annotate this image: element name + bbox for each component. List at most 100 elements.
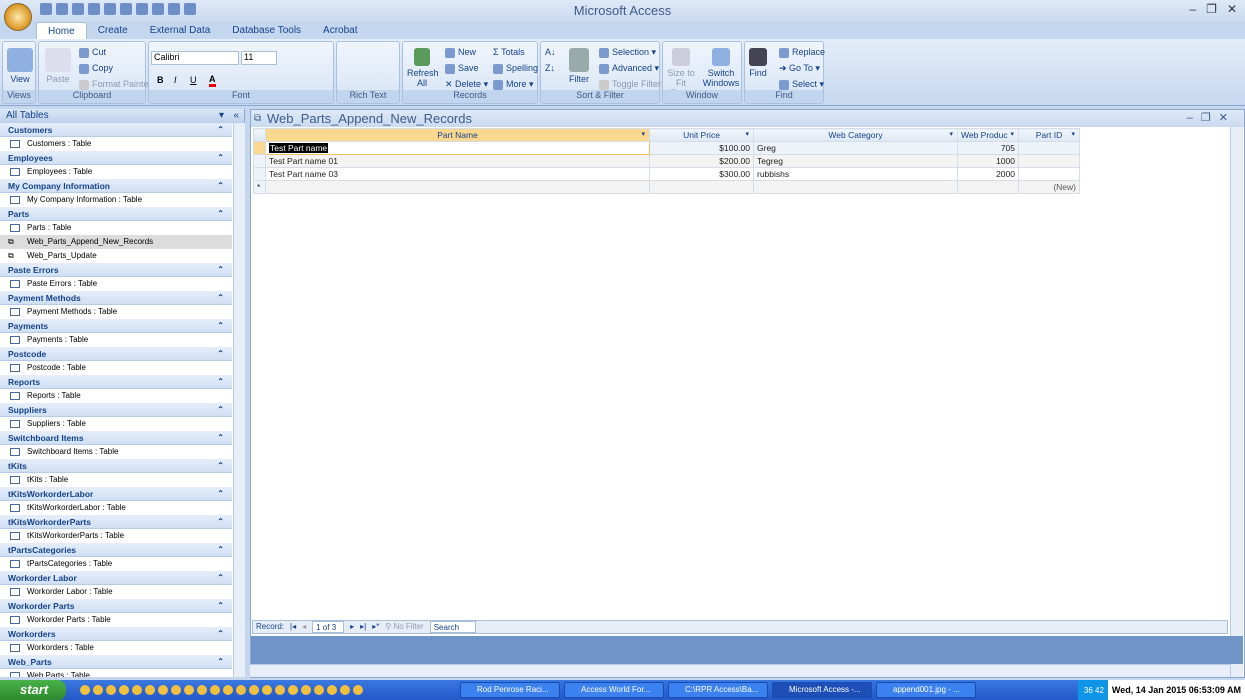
dropdown-arrow-icon[interactable]: ▾ [745,130,749,138]
nav-item[interactable]: Workorder Parts : Table [0,613,232,627]
cell-part-id[interactable] [1018,154,1080,168]
cell-unit-price[interactable]: $200.00 [649,154,754,168]
taskbar-button[interactable]: C:\RPR Access\Ba... [668,682,768,698]
nav-item[interactable]: ⧉ Web_Parts_Append_New_Records [0,235,232,249]
next-record-icon[interactable]: ▸ [350,621,354,633]
copy-button[interactable]: Copy [79,63,113,74]
nav-item[interactable]: tKitsWorkorderParts : Table [0,529,232,543]
cell-web-category[interactable]: Tegreg [753,154,958,168]
quick-launch-icon[interactable] [197,685,207,695]
chevron-up-icon[interactable]: ⌃ [217,487,224,501]
toggle-filter-button[interactable]: Toggle Filter [599,79,661,90]
cell-part-id-new[interactable]: (New) [1018,180,1080,194]
filter-button[interactable]: Filter [569,48,589,84]
clock[interactable]: Wed, 14 Jan 2015 06:53:09 AM [1107,680,1245,700]
sort-descending-icon[interactable]: Z↓ [545,63,555,73]
cell-unit-price[interactable]: $300.00 [649,167,754,181]
nav-group-header[interactable]: Reports ⌃ [0,375,232,389]
quick-launch-icon[interactable] [171,685,181,695]
nav-group-header[interactable]: Payment Methods ⌃ [0,291,232,305]
chevron-up-icon[interactable]: ⌃ [217,375,224,389]
tab-database-tools[interactable]: Database Tools [221,22,312,39]
nav-group-header[interactable]: tKits ⌃ [0,459,232,473]
dropdown-arrow-icon[interactable]: ▾ [1071,130,1075,138]
chevron-up-icon[interactable]: ⌃ [217,515,224,529]
chevron-up-icon[interactable]: ⌃ [217,431,224,445]
restore-icon[interactable]: ❐ [1206,2,1217,16]
cell-web-product[interactable]: 1000 [957,154,1019,168]
quick-launch-icon[interactable] [93,685,103,695]
nav-item[interactable]: tPartsCategories : Table [0,557,232,571]
cell-web-product[interactable] [957,180,1019,194]
nav-item[interactable]: Switchboard Items : Table [0,445,232,459]
cell-part-id[interactable] [1018,141,1080,155]
bold-button[interactable]: B [157,75,164,85]
nav-group-header[interactable]: Postcode ⌃ [0,347,232,361]
italic-button[interactable]: I [174,75,177,85]
column-header-web-category[interactable]: Web Category ▾ [753,128,958,142]
quick-launch-icon[interactable] [275,685,285,695]
paste-button[interactable]: Paste [45,48,71,84]
tab-create[interactable]: Create [87,22,139,39]
column-header-part-id[interactable]: Part ID ▾ [1018,128,1080,142]
quick-launch-icon[interactable] [340,685,350,695]
no-filter-button[interactable]: ⚲ No Filter [385,621,423,633]
nav-item[interactable]: tKits : Table [0,473,232,487]
nav-item[interactable]: Customers : Table [0,137,232,151]
chevron-up-icon[interactable]: ⌃ [217,655,224,669]
taskbar-button[interactable]: Microsoft Access -... [772,682,872,698]
row-selector[interactable] [253,167,266,181]
dropdown-arrow-icon[interactable]: ▾ [1010,130,1014,138]
refresh-all-button[interactable]: Refresh All [407,48,439,88]
cell-part-id[interactable] [1018,167,1080,181]
select-all-button[interactable] [253,128,266,142]
nav-group-header[interactable]: My Company Information ⌃ [0,179,232,193]
view-button[interactable]: View [7,48,33,84]
replace-button[interactable]: Replace [779,47,825,58]
nav-item[interactable]: Suppliers : Table [0,417,232,431]
totals-button[interactable]: Σ Totals [493,47,525,57]
chevron-up-icon[interactable]: ⌃ [217,543,224,557]
nav-item[interactable]: Paste Errors : Table [0,277,232,291]
nav-item[interactable]: ⧉ Web_Parts_Update [0,249,232,263]
format-painter-button[interactable]: Format Painter [79,79,152,90]
cut-button[interactable]: Cut [79,47,106,58]
sort-ascending-icon[interactable]: A↓ [545,47,556,57]
chevron-up-icon[interactable]: ⌃ [217,207,224,221]
nav-group-header[interactable]: Switchboard Items ⌃ [0,431,232,445]
nav-item[interactable]: Payment Methods : Table [0,305,232,319]
record-position-input[interactable]: 1 of 3 [312,621,345,633]
nav-item[interactable]: Web Parts : Table [0,669,232,677]
nav-group-header[interactable]: Workorder Labor ⌃ [0,571,232,585]
dropdown-arrow-icon[interactable]: ▾ [949,130,953,138]
quick-launch-icon[interactable] [132,685,142,695]
nav-group-header[interactable]: Workorders ⌃ [0,627,232,641]
document-window-controls[interactable]: –❐✕ [1187,110,1236,127]
chevron-up-icon[interactable]: ⌃ [217,571,224,585]
chevron-up-icon[interactable]: ⌃ [217,459,224,473]
dropdown-arrow-icon[interactable]: ▾ [641,130,645,138]
cell-web-product[interactable]: 2000 [957,167,1019,181]
font-size-select[interactable]: 11 [241,51,277,65]
quick-launch-icon[interactable] [249,685,259,695]
cell-unit-price[interactable]: $100.00 [649,141,754,155]
new-record-nav-icon[interactable]: ▸* [372,621,379,633]
cell-web-category[interactable]: rubbishs [753,167,958,181]
chevron-up-icon[interactable]: ⌃ [217,179,224,193]
select-button[interactable]: Select ▾ [779,79,824,90]
nav-item[interactable]: tKitsWorkorderLabor : Table [0,501,232,515]
quick-launch-icon[interactable] [223,685,233,695]
new-row-marker[interactable]: * [253,180,266,194]
collapse-pane-icon[interactable]: « [233,109,239,123]
quick-launch-icon[interactable] [184,685,194,695]
minimize-icon[interactable]: – [1189,2,1196,16]
cell-part-name[interactable]: Test Part name 03 [265,167,650,181]
chevron-down-icon[interactable]: ▾ [219,109,224,123]
chevron-up-icon[interactable]: ⌃ [217,291,224,305]
previous-record-icon[interactable]: ◂ [302,621,306,633]
quick-launch-icon[interactable] [106,685,116,695]
quick-launch-icon[interactable] [314,685,324,695]
new-record-button[interactable]: New [445,47,476,58]
advanced-button[interactable]: Advanced ▾ [599,63,659,74]
cell-web-category[interactable] [753,180,958,194]
